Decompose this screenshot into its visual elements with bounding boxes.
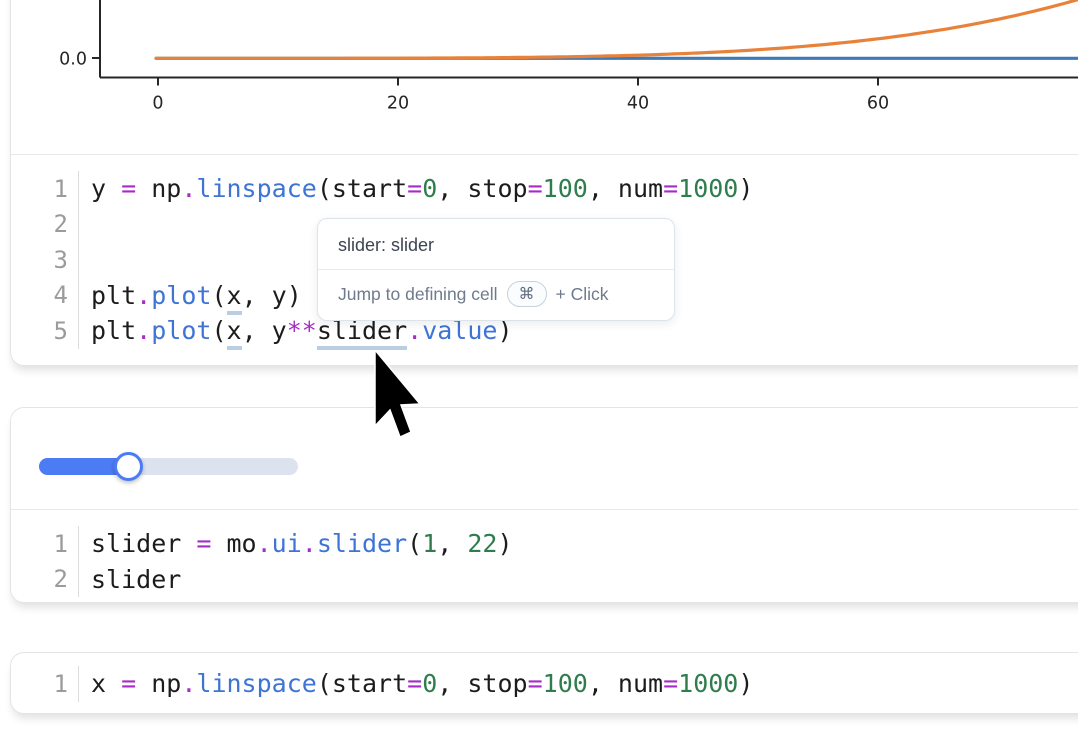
cell-slider: 1slider = mo.ui.slider(1, 22)2slider — [10, 407, 1078, 603]
slider-thumb[interactable] — [114, 452, 143, 481]
code-line[interactable]: 1x = np.linspace(start=0, stop=100, num=… — [11, 666, 1078, 702]
svg-text:40: 40 — [627, 94, 649, 114]
code-text: slider — [79, 565, 181, 594]
line-number: 3 — [11, 242, 79, 278]
tooltip-title: slider: slider — [318, 219, 674, 269]
matplotlib-line-chart: 0.0 0 20 40 60 — [11, 0, 1078, 154]
line-number: 1 — [11, 526, 79, 562]
code-text: x = np.linspace(start=0, stop=100, num=1… — [79, 669, 753, 698]
code-line[interactable]: 2slider — [11, 562, 1078, 598]
line-number: 4 — [11, 278, 79, 314]
plot-output: 0.0 0 20 40 60 — [11, 0, 1078, 155]
svg-text:0: 0 — [152, 94, 163, 114]
line-number: 2 — [11, 207, 79, 243]
slider[interactable] — [39, 450, 298, 484]
tooltip-click-hint: + Click — [556, 284, 609, 305]
tooltip-action-label: Jump to defining cell — [338, 284, 498, 305]
code-line[interactable]: 1y = np.linspace(start=0, stop=100, num=… — [11, 171, 1078, 207]
line-number: 1 — [11, 171, 79, 207]
command-key-glyph: ⌘ — [519, 284, 535, 304]
code-text: plt.plot(x, y) — [79, 281, 302, 310]
line-number: 5 — [11, 313, 79, 349]
svg-text:60: 60 — [867, 94, 889, 114]
variable-tooltip: slider: slider Jump to defining cell ⌘ +… — [317, 218, 675, 321]
line-number: 2 — [11, 562, 79, 598]
code-line[interactable]: 1slider = mo.ui.slider(1, 22) — [11, 526, 1078, 562]
line-number: 1 — [11, 666, 79, 702]
svg-text:0.0: 0.0 — [59, 49, 87, 69]
code-text: slider = mo.ui.slider(1, 22) — [79, 529, 513, 558]
svg-text:20: 20 — [387, 94, 409, 114]
command-key-badge: ⌘ — [507, 281, 547, 307]
code-text: y = np.linspace(start=0, stop=100, num=1… — [79, 174, 753, 203]
code-editor-slider[interactable]: 1slider = mo.ui.slider(1, 22)2slider — [11, 510, 1078, 603]
tooltip-action-row: Jump to defining cell ⌘ + Click — [318, 270, 674, 320]
cell-x: 1x = np.linspace(start=0, stop=100, num=… — [10, 652, 1078, 714]
marimo-notebook: 0.00204060 1y = np.linspace(start=0, sto… — [0, 0, 1078, 746]
code-editor-x[interactable]: 1x = np.linspace(start=0, stop=100, num=… — [11, 653, 1078, 714]
slider-output — [11, 408, 1078, 510]
mouse-cursor-icon — [374, 350, 424, 442]
